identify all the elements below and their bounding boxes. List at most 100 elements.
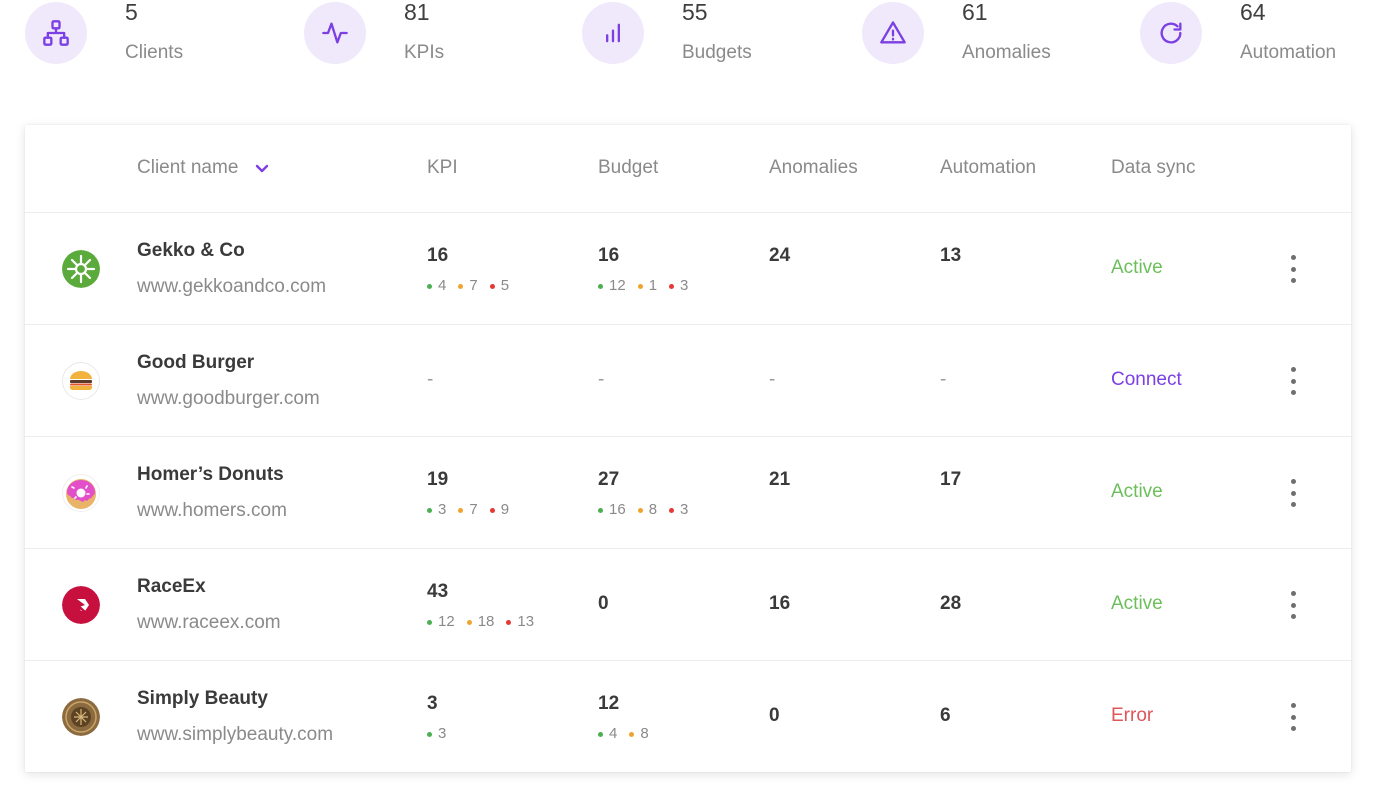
- client-url: www.gekkoandco.com: [137, 276, 327, 297]
- green-dot-icon: [598, 507, 603, 513]
- green-dot-icon: [598, 283, 603, 289]
- stat-label: KPIs: [404, 42, 445, 63]
- kpi-breakdown: 4 7 5: [427, 277, 509, 295]
- stat-value: 5: [125, 0, 138, 25]
- table-row[interactable]: RaceEx www.raceex.com 43 12 18 13 0 16 2…: [25, 549, 1351, 661]
- client-url: www.raceex.com: [137, 612, 281, 633]
- beauty-logo: [62, 698, 100, 736]
- table-row[interactable]: Simply Beauty www.simplybeauty.com 3 3 1…: [25, 661, 1351, 773]
- kpi-green-count: 12: [438, 613, 455, 630]
- green-dot-icon: [427, 507, 432, 513]
- orange-dot-icon: [637, 507, 643, 513]
- budget-total: 27: [598, 469, 620, 490]
- red-dot-icon: [489, 283, 495, 289]
- raceex-logo: [62, 586, 100, 624]
- red-dot-icon: [669, 283, 675, 289]
- budget-orange-count: 8: [648, 501, 658, 518]
- budget-total: 0: [598, 593, 609, 614]
- connect-link[interactable]: Connect: [1111, 369, 1182, 391]
- green-dot-icon: [598, 731, 603, 737]
- table-row[interactable]: Gekko & Co www.gekkoandco.com 16 4 7 5 1…: [25, 213, 1351, 325]
- row-menu-button[interactable]: [1283, 475, 1303, 511]
- red-dot-icon: [506, 619, 512, 625]
- stat-label: Clients: [125, 42, 184, 63]
- budget-breakdown: 16 8 3: [598, 501, 688, 519]
- kpi-orange-count: 7: [469, 277, 478, 294]
- client-url: www.simplybeauty.com: [137, 724, 334, 745]
- client-name[interactable]: Gekko & Co: [137, 240, 245, 262]
- stat-label: Anomalies: [962, 42, 1051, 63]
- stat-value: 61: [962, 0, 988, 25]
- anomalies-empty: -: [769, 369, 776, 390]
- kpi-green-count: 4: [438, 277, 447, 294]
- column-header-data-sync[interactable]: Data sync: [1111, 157, 1195, 179]
- kpi-total: 16: [427, 245, 449, 266]
- bar-chart-icon: [582, 2, 644, 64]
- data-sync-status: Active: [1111, 593, 1163, 614]
- stat-value: 81: [404, 0, 430, 25]
- gekko-logo: [62, 250, 100, 288]
- row-menu-button[interactable]: [1283, 699, 1303, 735]
- kpi-breakdown: 12 18 13: [427, 613, 534, 631]
- row-menu-button[interactable]: [1283, 363, 1303, 399]
- data-sync-status: Active: [1111, 481, 1163, 502]
- red-dot-icon: [489, 507, 495, 513]
- stat-label: Budgets: [682, 42, 752, 63]
- green-dot-icon: [427, 283, 432, 289]
- warning-icon: [862, 2, 924, 64]
- kpi-total: 3: [427, 693, 438, 714]
- budget-breakdown: 12 1 3: [598, 277, 688, 295]
- kpi-orange-count: 18: [477, 613, 495, 630]
- automation-count: 28: [940, 593, 962, 614]
- kpi-green-count: 3: [438, 501, 447, 518]
- kpi-breakdown: 3 7 9: [427, 501, 509, 519]
- budget-orange-count: 1: [648, 277, 658, 294]
- anomalies-count: 0: [769, 705, 780, 726]
- kpi-total: 43: [427, 581, 449, 602]
- client-url: www.goodburger.com: [137, 388, 320, 409]
- red-dot-icon: [669, 507, 675, 513]
- client-name[interactable]: Homer’s Donuts: [137, 464, 284, 486]
- kpi-orange-count: 7: [469, 501, 478, 518]
- table-row[interactable]: Homer’s Donuts www.homers.com 19 3 7 9 2…: [25, 437, 1351, 549]
- green-dot-icon: [427, 619, 432, 625]
- data-sync-status: Active: [1111, 257, 1163, 278]
- row-menu-button[interactable]: [1283, 251, 1303, 287]
- column-header-client-name[interactable]: Client name: [137, 157, 270, 179]
- stat-value: 55: [682, 0, 708, 25]
- kpi-red-count: 13: [517, 613, 535, 630]
- budget-red-count: 3: [680, 277, 689, 294]
- budget-green-count: 4: [609, 725, 618, 742]
- automation-count: 13: [940, 245, 962, 266]
- row-menu-button[interactable]: [1283, 587, 1303, 623]
- orange-dot-icon: [466, 619, 472, 625]
- client-url: www.homers.com: [137, 500, 287, 521]
- kpi-red-count: 9: [500, 501, 510, 518]
- stat-label: Automation: [1240, 42, 1337, 63]
- anomalies-count: 24: [769, 245, 791, 266]
- orange-dot-icon: [458, 283, 464, 289]
- budget-total: 12: [598, 693, 620, 714]
- burger-logo: [62, 362, 100, 400]
- chevron-down-icon: [256, 164, 269, 173]
- data-sync-status: Error: [1111, 705, 1154, 726]
- client-name[interactable]: RaceEx: [137, 576, 206, 598]
- client-name[interactable]: Good Burger: [137, 352, 254, 374]
- client-name[interactable]: Simply Beauty: [137, 688, 268, 710]
- green-dot-icon: [427, 731, 432, 737]
- table-row[interactable]: Good Burger www.goodburger.com - - - - C…: [25, 325, 1351, 437]
- column-header-label: Client name: [137, 157, 239, 178]
- column-header-automation[interactable]: Automation: [940, 157, 1036, 179]
- kpi-red-count: 5: [500, 277, 510, 294]
- automation-count: 6: [940, 705, 951, 726]
- budget-total: 16: [598, 245, 620, 266]
- budget-green-count: 16: [609, 501, 626, 518]
- column-header-anomalies[interactable]: Anomalies: [769, 157, 858, 179]
- column-header-budget[interactable]: Budget: [598, 157, 658, 179]
- anomalies-count: 16: [769, 593, 791, 614]
- column-header-kpi[interactable]: KPI: [427, 157, 458, 179]
- kpi-green-count: 3: [438, 725, 447, 742]
- orange-dot-icon: [637, 283, 643, 289]
- budget-breakdown: 4 8: [598, 725, 649, 743]
- table-header: Client name KPI Budget Anomalies Automat…: [25, 125, 1351, 213]
